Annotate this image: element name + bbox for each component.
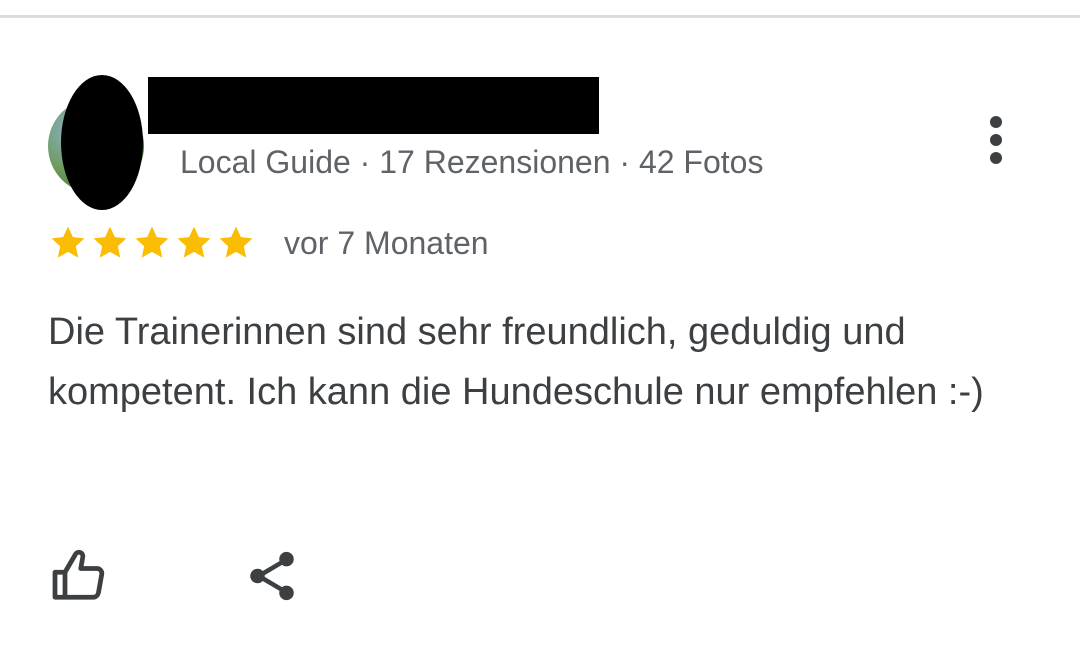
- more-vert-icon-dot: [990, 134, 1002, 146]
- star-icon: [93, 226, 127, 258]
- star-rating: [48, 223, 256, 263]
- thumb-up-icon: [52, 549, 105, 600]
- star-icon: [219, 226, 253, 258]
- more-vert-icon: [990, 116, 1002, 128]
- rating-row: vor 7 Monaten: [48, 222, 489, 264]
- star-icon: [51, 226, 85, 258]
- more-options-button[interactable]: [976, 110, 1016, 170]
- more-vert-icon-dot: [990, 152, 1002, 164]
- star-icon: [177, 226, 211, 258]
- avatar-redaction: [61, 75, 143, 210]
- review-text: Die Trainerinnen sind sehr freundlich, g…: [48, 311, 984, 413]
- top-divider: [0, 15, 1080, 18]
- reviewer-avatar[interactable]: [48, 75, 148, 210]
- reviewer-name-redaction[interactable]: [148, 77, 599, 134]
- share-icon: [250, 551, 294, 601]
- star-icon: [135, 226, 169, 258]
- review-date: vor 7 Monaten: [284, 225, 489, 261]
- like-button[interactable]: [44, 540, 116, 612]
- share-button[interactable]: [236, 540, 308, 612]
- reviewer-meta: Local Guide · 17 Rezensionen · 42 Fotos: [180, 144, 764, 180]
